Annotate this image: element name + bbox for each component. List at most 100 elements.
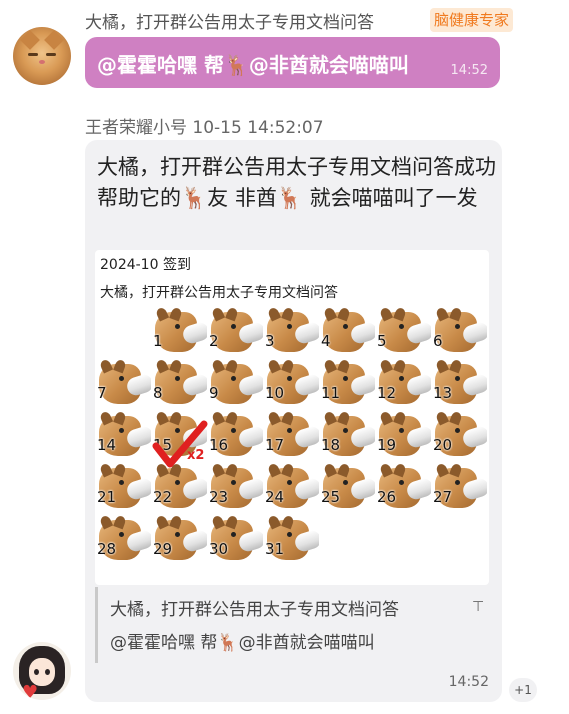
quoted-reply[interactable]: 大橘，打开群公告用太子专用文档问答 @霍霍哈嘿 帮🦌@非酋就会喵喵叫 ⊤ [95,587,490,663]
day-number: 5 [377,332,387,350]
cat-ear [20,30,40,50]
day-number: 7 [97,384,107,402]
day-number: 25 [321,488,341,506]
day-number: 19 [377,436,397,454]
calendar-day: 6 [431,308,487,354]
calendar-day: 19 [375,412,431,458]
calendar-day: 30 [207,516,263,562]
sender-avatar[interactable] [13,27,71,85]
deer-eye [231,376,236,381]
day-number: 12 [377,384,397,402]
cat-eye [28,53,38,56]
calendar-day: 4 [319,308,375,354]
day-number: 13 [433,384,453,402]
day-number: 16 [209,436,229,454]
calendar-day: 18 [319,412,375,458]
message-text: @霍霍哈嘿 帮🦌@非酋就会喵喵叫 [97,53,409,77]
day-number: 10 [265,384,285,402]
deer-eye [175,324,180,329]
message-bubble[interactable]: 大橘，打开群公告用太子专用文档问答成功帮助它的🦌友 非酋🦌 就会喵喵叫了一发 2… [85,140,502,702]
calendar-subtitle: 大橘，打开群公告用太子专用文档问答 [100,285,338,301]
deer-eye [455,324,460,329]
deer-eye [287,532,292,537]
calendar-day: 8 [151,360,207,406]
calendar-day: 9 [207,360,263,406]
checkin-multiplier: x2 [187,448,205,463]
calendar-day: 28 [95,516,151,562]
deer-eye [399,428,404,433]
user-avatar[interactable]: ♥ [13,642,71,700]
deer-eye [287,428,292,433]
deer-eye [175,532,180,537]
day-number: 31 [265,540,285,558]
calendar-day: 21 [95,464,151,510]
sender-name-and-timestamp[interactable]: 王者荣耀小号 10-15 14:52:07 [85,113,324,138]
deer-eye [231,480,236,485]
deer-eye [399,376,404,381]
checkin-calendar-card: 2024-10 签到 大橘，打开群公告用太子专用文档问答 1 2 3 4 5 6 7 8 9 10… [95,250,489,585]
heart-icon: ♥ [22,682,39,700]
calendar-day: 11 [319,360,375,406]
day-number: 11 [321,384,341,402]
calendar-day: 16 [207,412,263,458]
day-number: 24 [265,488,285,506]
calendar-title: 2024-10 签到 [100,257,191,273]
day-number: 1 [153,332,163,350]
deer-eye [119,480,124,485]
plus-one-reaction-button[interactable]: +1 [509,678,537,702]
deer-eye [119,428,124,433]
day-number: 2 [209,332,219,350]
deer-eye [231,532,236,537]
deer-eye [343,324,348,329]
calendar-day: 27 [431,464,487,510]
cat-eye [46,53,56,56]
cat-nose [39,60,45,64]
quoted-text: @霍霍哈嘿 帮🦌@非酋就会喵喵叫 [110,633,375,653]
deer-eye [343,480,348,485]
calendar-day: 7 [95,360,151,406]
cat-ear [44,30,64,50]
calendar-day: 31 [263,516,319,562]
calendar-day: 13 [431,360,487,406]
deer-eye [119,376,124,381]
calendar-day: 22 [151,464,207,510]
deer-eye [287,324,292,329]
day-number: 23 [209,488,229,506]
day-number: 8 [153,384,163,402]
collapse-arrow-icon[interactable]: ⊤ [472,599,484,615]
member-title-badge: 脑健康专家 [430,8,514,32]
deer-eye [455,480,460,485]
calendar-day: 23 [207,464,263,510]
calendar-day: 12 [375,360,431,406]
calendar-day: 17 [263,412,319,458]
calendar-day: 20 [431,412,487,458]
day-number: 9 [209,384,219,402]
calendar-day: 5 [375,308,431,354]
deer-eye [231,428,236,433]
day-number: 28 [97,540,117,558]
calendar-day: 10 [263,360,319,406]
deer-eye [343,376,348,381]
deer-eye [399,324,404,329]
deer-eye [119,532,124,537]
day-number: 17 [265,436,285,454]
message-bubble[interactable]: @霍霍哈嘿 帮🦌@非酋就会喵喵叫 14:52 [85,37,500,88]
deer-eye [343,428,348,433]
calendar-day: 2 [207,308,263,354]
day-number: 18 [321,436,341,454]
message-time: 14:52 [450,63,488,78]
message-time: 14:52 [448,674,489,690]
calendar-day: 25 [319,464,375,510]
calendar-day: 14 [95,412,151,458]
calendar-day: 24 [263,464,319,510]
day-number: 30 [209,540,229,558]
avatar-eye [34,669,39,675]
day-number: 14 [97,436,117,454]
calendar-day: 3 [263,308,319,354]
deer-eye [455,376,460,381]
day-number: 29 [153,540,173,558]
day-number: 22 [153,488,173,506]
sender-name[interactable]: 大橘，打开群公告用太子专用文档问答 [85,8,374,33]
quoted-sender: 大橘，打开群公告用太子专用文档问答 [110,600,399,620]
message-text: 大橘，打开群公告用太子专用文档问答成功帮助它的🦌友 非酋🦌 就会喵喵叫了一发 [97,155,496,210]
